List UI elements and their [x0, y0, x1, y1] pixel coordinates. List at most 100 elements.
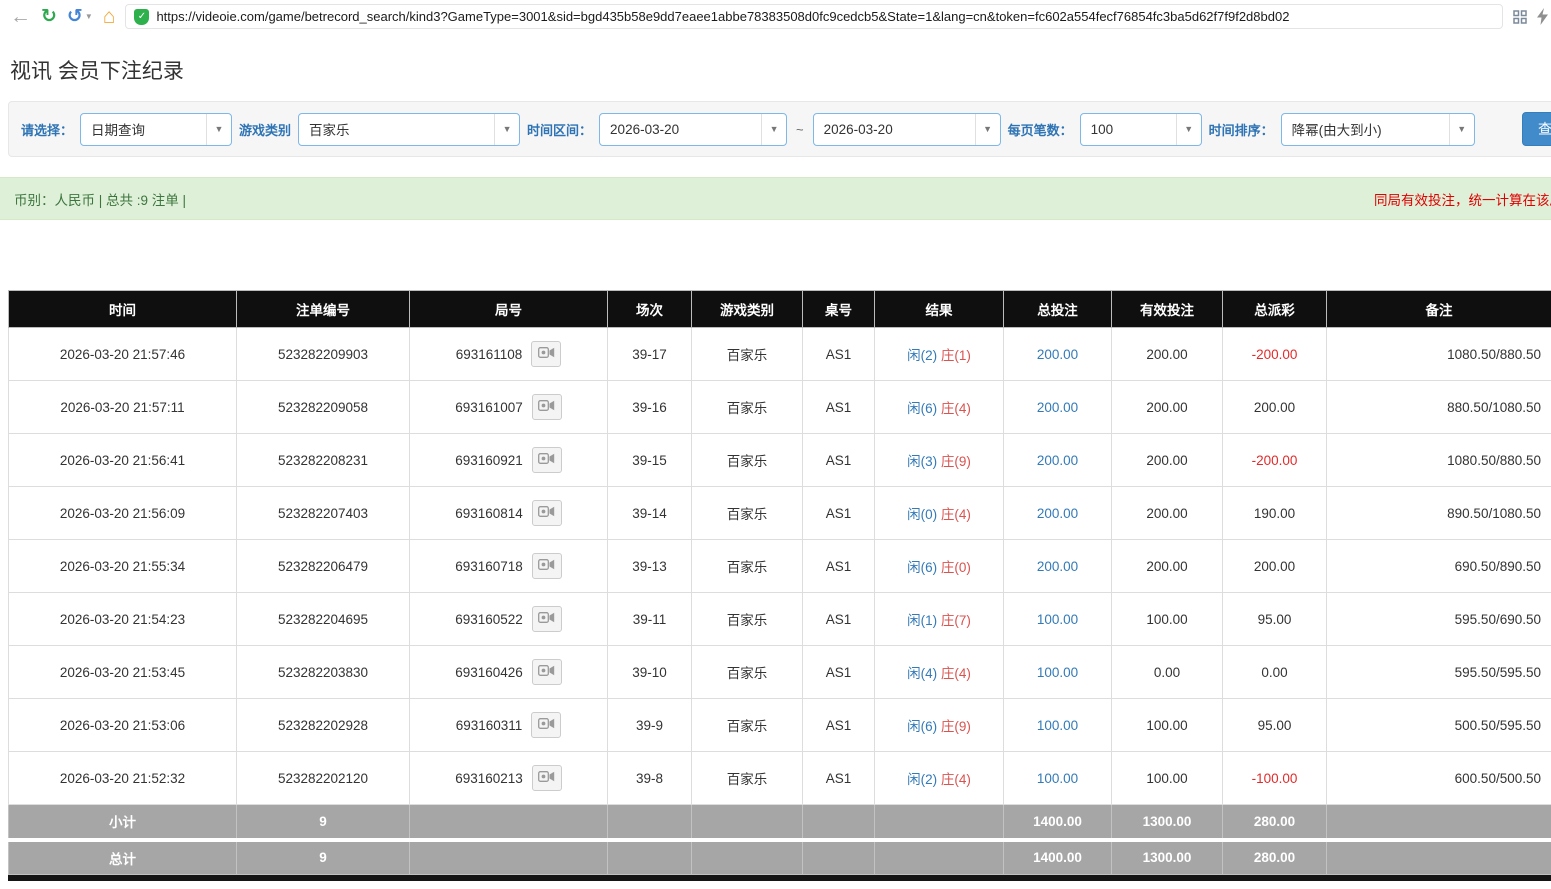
- undo-control[interactable]: ↺ ▼: [67, 5, 93, 28]
- cell-bet-no: 523282206479: [237, 540, 410, 593]
- table-bottom-strip: [8, 875, 1551, 881]
- video-replay-button[interactable]: [532, 659, 562, 685]
- result-player: 闲(6): [907, 719, 937, 734]
- footer-cell: [803, 840, 875, 875]
- cell-note: 595.50/690.50: [1327, 593, 1551, 646]
- cell-session: 39-11: [608, 593, 692, 646]
- total-bet-link[interactable]: 100.00: [1037, 612, 1078, 627]
- video-replay-button[interactable]: [531, 341, 561, 367]
- url-field[interactable]: https://videoie.com/game/betrecord_searc…: [156, 9, 1494, 24]
- footer-cell: 9: [237, 840, 410, 875]
- chevron-down-icon: ▼: [1449, 114, 1474, 145]
- bet-records-table: 时间注单编号局号场次游戏类别桌号结果总投注有效投注总派彩备注 2026-03-2…: [8, 290, 1551, 875]
- cell-table: AS1: [803, 646, 875, 699]
- cell-bet-no: 523282207403: [237, 487, 410, 540]
- cell-bet-no: 523282202120: [237, 752, 410, 805]
- video-camera-icon: [538, 770, 555, 786]
- round-no: 693160311: [456, 718, 523, 733]
- refresh-icon[interactable]: ↻: [41, 7, 57, 26]
- cell-time: 2026-03-20 21:54:23: [9, 593, 237, 646]
- undo-dropdown-caret[interactable]: ▼: [85, 12, 93, 21]
- total-bet-link[interactable]: 200.00: [1037, 453, 1078, 468]
- result-player: 闲(0): [907, 507, 937, 522]
- cell-time: 2026-03-20 21:56:41: [9, 434, 237, 487]
- extensions-grid-icon[interactable]: [1513, 10, 1527, 24]
- table-row: 2026-03-20 21:53:45523282203830693160426…: [9, 646, 1551, 699]
- per-page-select[interactable]: 100 ▼: [1080, 113, 1202, 146]
- total-bet-link[interactable]: 100.00: [1037, 718, 1078, 733]
- cell-note: 500.50/595.50: [1327, 699, 1551, 752]
- game-type-select[interactable]: 百家乐 ▼: [298, 113, 520, 146]
- cell-note: 890.50/1080.50: [1327, 487, 1551, 540]
- chevron-down-icon: ▼: [494, 114, 519, 145]
- video-replay-button[interactable]: [532, 394, 562, 420]
- table-body: 2026-03-20 21:57:46523282209903693161108…: [9, 328, 1551, 875]
- per-page-label: 每页笔数：: [1008, 120, 1073, 139]
- video-replay-button[interactable]: [532, 500, 562, 526]
- total-bet-link[interactable]: 200.00: [1037, 347, 1078, 362]
- cell-time: 2026-03-20 21:53:06: [9, 699, 237, 752]
- cell-valid-bet: 200.00: [1112, 540, 1223, 593]
- date-from-select[interactable]: 2026-03-20 ▼: [599, 113, 787, 146]
- cell-time: 2026-03-20 21:56:09: [9, 487, 237, 540]
- round-no: 693160213: [455, 771, 523, 786]
- total-bet-link[interactable]: 200.00: [1037, 400, 1078, 415]
- cell-game: 百家乐: [692, 381, 803, 434]
- table-row: 2026-03-20 21:55:34523282206479693160718…: [9, 540, 1551, 593]
- query-button[interactable]: 查询: [1522, 112, 1551, 146]
- cell-round: 693160718: [410, 540, 608, 593]
- column-header: 总派彩: [1223, 291, 1327, 328]
- home-icon[interactable]: ⌂: [103, 6, 116, 27]
- cell-result: 闲(6) 庄(9): [875, 699, 1004, 752]
- footer-cell: 总计: [9, 840, 237, 875]
- total-bet-link[interactable]: 100.00: [1037, 665, 1078, 680]
- total-bet-link[interactable]: 100.00: [1037, 771, 1078, 786]
- sort-select[interactable]: 降幂(由大到小) ▼: [1281, 113, 1475, 146]
- footer-cell: [1327, 805, 1551, 840]
- result-banker: 庄(9): [941, 719, 971, 734]
- cell-valid-bet: 200.00: [1112, 487, 1223, 540]
- video-camera-icon: [538, 399, 555, 415]
- round-no: 693160814: [455, 506, 523, 521]
- cell-valid-bet: 0.00: [1112, 646, 1223, 699]
- query-type-select[interactable]: 日期查询 ▼: [80, 113, 232, 146]
- cell-payout: 200.00: [1223, 540, 1327, 593]
- cell-table: AS1: [803, 487, 875, 540]
- back-icon[interactable]: ←: [10, 6, 31, 27]
- cell-bet-no: 523282208231: [237, 434, 410, 487]
- cell-total-bet: 100.00: [1004, 593, 1112, 646]
- column-header: 场次: [608, 291, 692, 328]
- result-player: 闲(6): [907, 401, 937, 416]
- cell-total-bet: 200.00: [1004, 328, 1112, 381]
- date-to-select[interactable]: 2026-03-20 ▼: [813, 113, 1001, 146]
- table-row: 2026-03-20 21:57:11523282209058693161007…: [9, 381, 1551, 434]
- round-no: 693161108: [456, 347, 523, 362]
- result-banker: 庄(0): [941, 560, 971, 575]
- undo-icon[interactable]: ↺: [67, 5, 83, 28]
- total-bet-link[interactable]: 200.00: [1037, 559, 1078, 574]
- video-replay-button[interactable]: [532, 447, 562, 473]
- cell-total-bet: 100.00: [1004, 699, 1112, 752]
- video-replay-button[interactable]: [532, 765, 562, 791]
- cell-bet-no: 523282209058: [237, 381, 410, 434]
- cell-session: 39-8: [608, 752, 692, 805]
- cell-payout: 0.00: [1223, 646, 1327, 699]
- cell-valid-bet: 100.00: [1112, 699, 1223, 752]
- table-header-row: 时间注单编号局号场次游戏类别桌号结果总投注有效投注总派彩备注: [9, 291, 1551, 328]
- address-bar[interactable]: ✓ https://videoie.com/game/betrecord_sea…: [125, 4, 1503, 29]
- cell-round: 693161007: [410, 381, 608, 434]
- cell-round: 693160522: [410, 593, 608, 646]
- video-replay-button[interactable]: [532, 553, 562, 579]
- footer-cell: [803, 805, 875, 840]
- table-row: 2026-03-20 21:54:23523282204695693160522…: [9, 593, 1551, 646]
- footer-cell: [608, 840, 692, 875]
- cell-total-bet: 200.00: [1004, 381, 1112, 434]
- chevron-down-icon: ▼: [1176, 114, 1201, 145]
- video-replay-button[interactable]: [531, 712, 561, 738]
- footer-cell: 1300.00: [1112, 840, 1223, 875]
- security-shield-icon[interactable]: ✓: [134, 9, 149, 25]
- page-title: 视讯 会员下注纪录: [10, 55, 1543, 85]
- video-replay-button[interactable]: [532, 606, 562, 632]
- total-bet-link[interactable]: 200.00: [1037, 506, 1078, 521]
- lightning-icon[interactable]: [1537, 8, 1548, 25]
